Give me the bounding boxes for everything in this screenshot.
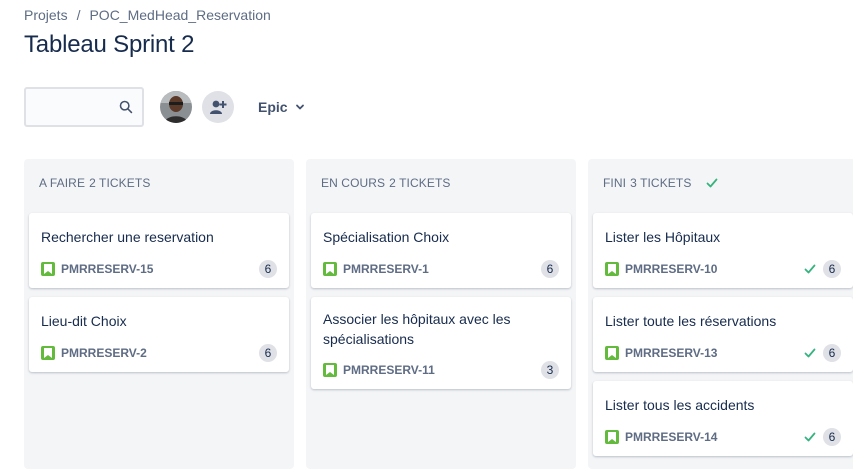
- column-en-cours: EN COURS 2 TICKETS Spécialisation Choix …: [306, 159, 576, 469]
- card-title: Lieu-dit Choix: [41, 313, 127, 329]
- done-check-icon: [804, 264, 816, 274]
- breadcrumb: Projets / POC_MedHead_Reservation: [24, 7, 271, 23]
- story-icon: [323, 262, 337, 276]
- column-title: FINI: [603, 176, 627, 190]
- story-points-badge: 6: [541, 260, 559, 278]
- epic-filter-label: Epic: [258, 99, 288, 115]
- epic-filter-dropdown[interactable]: Epic: [254, 93, 310, 121]
- column-header: A FAIRE 2 TICKETS: [24, 159, 294, 207]
- story-points-badge: 6: [259, 260, 277, 278]
- check-icon: [707, 178, 718, 188]
- chevron-down-icon: [295, 104, 304, 110]
- story-icon: [605, 346, 619, 360]
- story-icon: [323, 363, 337, 377]
- story-icon: [605, 262, 619, 276]
- issue-card[interactable]: Lister les Hôpitaux PMRRESERV-10 6: [593, 213, 853, 288]
- done-check-icon: [804, 432, 816, 442]
- issue-key[interactable]: PMRRESERV-11: [343, 363, 541, 377]
- column-a-faire: A FAIRE 2 TICKETS Rechercher une reserva…: [24, 159, 294, 469]
- issue-card[interactable]: Associer les hôpitaux avec les spécialis…: [311, 297, 571, 389]
- column-header: EN COURS 2 TICKETS: [306, 159, 576, 207]
- breadcrumb-projects-link[interactable]: Projets: [24, 7, 68, 23]
- issue-key[interactable]: PMRRESERV-10: [625, 262, 803, 276]
- issue-key[interactable]: PMRRESERV-1: [343, 262, 541, 276]
- issue-card[interactable]: Lister tous les accidents PMRRESERV-14 6: [593, 381, 853, 456]
- search-input[interactable]: [26, 89, 114, 125]
- column-title: A FAIRE: [39, 176, 86, 190]
- story-points-badge: 6: [259, 344, 277, 362]
- story-points-badge: 6: [823, 260, 841, 278]
- story-icon: [41, 262, 55, 276]
- issue-key[interactable]: PMRRESERV-13: [625, 346, 803, 360]
- issue-key[interactable]: PMRRESERV-2: [61, 346, 259, 360]
- issue-card[interactable]: Lieu-dit Choix PMRRESERV-2 6: [29, 297, 289, 372]
- story-points-badge: 3: [541, 361, 559, 379]
- card-title: Lister tous les accidents: [605, 397, 755, 413]
- issue-key[interactable]: PMRRESERV-14: [625, 430, 803, 444]
- card-title: Lister toute les réservations: [605, 313, 777, 329]
- search-icon[interactable]: [119, 100, 133, 114]
- story-icon: [41, 346, 55, 360]
- column-fini: FINI 3 TICKETS Lister les Hôpitaux PMRRE…: [588, 159, 853, 469]
- column-count: 2 TICKETS: [89, 176, 151, 190]
- card-title: Rechercher une reservation: [41, 229, 214, 245]
- column-count: 3 TICKETS: [630, 176, 692, 190]
- card-title: Spécialisation Choix: [323, 229, 450, 245]
- done-check-icon: [804, 348, 816, 358]
- avatar-icon: [160, 91, 192, 123]
- column-count: 2 TICKETS: [389, 176, 451, 190]
- issue-card[interactable]: Spécialisation Choix PMRRESERV-1 6: [311, 213, 571, 288]
- breadcrumb-separator: /: [76, 7, 81, 23]
- column-title: EN COURS: [321, 176, 386, 190]
- issue-card[interactable]: Rechercher une reservation PMRRESERV-15 …: [29, 213, 289, 288]
- card-title: Lister les Hôpitaux: [605, 229, 721, 245]
- card-title: Associer les hôpitaux avec les spécialis…: [323, 311, 511, 347]
- issue-card[interactable]: Lister toute les réservations PMRRESERV-…: [593, 297, 853, 372]
- search-box: [24, 87, 144, 127]
- add-person-icon: [210, 100, 227, 114]
- story-points-badge: 6: [823, 428, 841, 446]
- add-person-button[interactable]: [202, 91, 234, 123]
- issue-key[interactable]: PMRRESERV-15: [61, 262, 259, 276]
- story-icon: [605, 430, 619, 444]
- column-header: FINI 3 TICKETS: [588, 159, 853, 207]
- page-title: Tableau Sprint 2: [24, 31, 195, 58]
- user-avatar[interactable]: [160, 91, 192, 123]
- story-points-badge: 6: [823, 344, 841, 362]
- breadcrumb-project-link[interactable]: POC_MedHead_Reservation: [89, 7, 270, 23]
